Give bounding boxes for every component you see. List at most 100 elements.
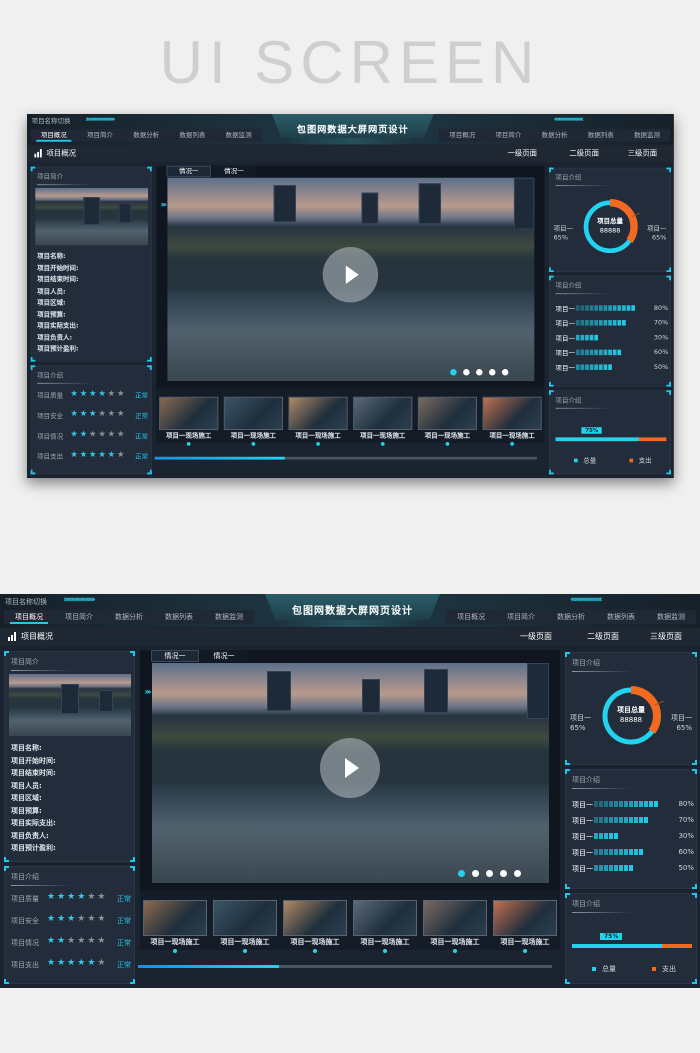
donut-left-legend: 项目一 65% — [570, 714, 591, 732]
carousel-dot[interactable] — [472, 870, 479, 877]
banner-title: UI SCREEN — [159, 29, 541, 96]
rating-row: 项目质量 ★ ★ ★ ★ ★ ★ 正常 — [11, 892, 131, 903]
scrollbar-thumb[interactable] — [154, 456, 285, 460]
nav-tab[interactable]: 项目概况 — [31, 129, 77, 142]
thumbnail-item[interactable]: 项目一现场施工 — [288, 396, 348, 446]
star-icon: ★ — [107, 430, 116, 440]
legend-swatch-expense — [629, 458, 634, 463]
carousel-dot[interactable] — [489, 369, 496, 376]
play-button[interactable] — [320, 738, 380, 798]
page-link-2[interactable]: 二级页面 — [569, 148, 599, 158]
thumbnail-item[interactable]: 项目一现场施工 — [417, 396, 477, 446]
nav-tab[interactable]: 项目概况 — [446, 610, 496, 624]
field-label: 项目负责人: — [37, 333, 73, 341]
thumbnail-item[interactable]: 项目一现场施工 — [353, 900, 417, 953]
bar-chart-icon — [34, 149, 42, 158]
left-nav: 项目概况 项目简介 数据分析 数据列表 数据监测 — [30, 128, 262, 142]
donut-center-label: 项目总量 — [597, 217, 623, 225]
nav-tab[interactable]: 数据监测 — [215, 129, 261, 142]
thumbnail-item[interactable]: 项目一现场施工 — [423, 900, 487, 953]
panel-title: 项目介绍 — [555, 174, 611, 187]
tab-situation-1[interactable]: 情况一 — [151, 650, 199, 662]
nav-tab[interactable]: 数据列表 — [596, 610, 646, 624]
page-link-3[interactable]: 三级页面 — [628, 148, 658, 158]
progress-bar — [572, 944, 692, 948]
star-icon: ★ — [57, 914, 66, 924]
carousel-dot[interactable] — [500, 870, 507, 877]
rating-row: 项目支出 ★ ★ ★ ★ ★ ★ 正常 — [37, 450, 149, 461]
play-button[interactable] — [322, 247, 379, 303]
legend-expense: 支出 — [638, 456, 652, 465]
thumbnail-item[interactable]: 项目一现场施工 — [159, 396, 219, 446]
scrollbar-thumb[interactable] — [138, 965, 279, 968]
nav-tab[interactable]: 项目概况 — [4, 610, 54, 624]
tab-situation-2[interactable]: 情况一 — [200, 650, 248, 662]
thumbnail-item[interactable]: 项目一现场施工 — [493, 900, 557, 953]
subheader: 项目概况 一级页面 二级页面 三级页面 — [0, 628, 700, 646]
star-icon: ★ — [77, 958, 86, 968]
carousel-dot[interactable] — [501, 369, 509, 376]
panel-title: 项目简介 — [37, 173, 93, 186]
dashboard-preview: 项目名称切换 ›››››››››››››››››› ‹‹‹‹‹‹‹‹‹‹‹‹‹‹… — [27, 114, 674, 479]
page-link-3[interactable]: 三级页面 — [650, 631, 682, 642]
carousel-dot[interactable] — [450, 369, 457, 376]
star-icon: ★ — [67, 914, 76, 924]
nav-tab[interactable]: 数据列表 — [578, 129, 624, 142]
video-area: 情况一 情况一 ››› 项目一现场施工 项目一现场施工 项目一现场施工 项目一现场施工… — [140, 650, 560, 953]
star-icon: ★ — [98, 450, 106, 460]
carousel-dot[interactable] — [463, 369, 470, 376]
carousel-dot[interactable] — [486, 870, 493, 877]
nav-tab[interactable]: 数据分析 — [104, 610, 154, 624]
thumbnail-item[interactable]: 项目一现场施工 — [283, 900, 347, 953]
bar-fill — [594, 833, 619, 841]
star-icon: ★ — [116, 409, 125, 419]
nav-tab[interactable]: 数据列表 — [169, 129, 215, 142]
tab-situation-1[interactable]: 情况一 — [166, 165, 211, 177]
nav-tab[interactable]: 数据分析 — [532, 129, 578, 142]
page-link-1[interactable]: 一级页面 — [507, 148, 537, 158]
nav-tab[interactable]: 项目简介 — [54, 610, 104, 624]
carousel-dot[interactable] — [514, 870, 521, 877]
thumbnail-image — [143, 900, 207, 936]
nav-tab[interactable]: 数据列表 — [154, 610, 204, 624]
project-switch[interactable]: 项目名称切换 — [5, 597, 47, 607]
bar-row: 项目一 30% — [572, 832, 694, 841]
thumbnail-item[interactable]: 项目一现场施工 — [482, 396, 542, 446]
bar-row: 项目一 30% — [555, 333, 669, 343]
nav-tab[interactable]: 项目概况 — [439, 129, 485, 142]
carousel-dot[interactable] — [476, 369, 483, 376]
project-switch[interactable]: 项目名称切换 — [32, 117, 71, 126]
carousel-dot[interactable] — [458, 870, 465, 877]
thumbnail-scrollbar[interactable] — [138, 965, 552, 968]
bar-fill — [575, 364, 613, 371]
project-photo — [35, 187, 149, 246]
nav-tab[interactable]: 项目简介 — [485, 129, 531, 142]
nav-tab[interactable]: 数据监测 — [646, 610, 696, 624]
panel-title: 项目简介 — [11, 658, 71, 671]
field-label: 项目预计盈利: — [37, 345, 79, 353]
page-link-1[interactable]: 一级页面 — [520, 631, 552, 642]
nav-tab[interactable]: 项目简介 — [496, 610, 546, 624]
nav-tab[interactable]: 数据监测 — [624, 129, 670, 142]
chevrons-right-icon: ›››››››››››››››››› — [85, 114, 115, 125]
nav-tab[interactable]: 数据分析 — [546, 610, 596, 624]
tab-situation-2[interactable]: 情况一 — [211, 165, 257, 177]
progress-panel: 项目介绍 75% 总量 支出 — [549, 390, 672, 475]
video-player[interactable] — [167, 177, 535, 382]
thumbnail-scrollbar[interactable] — [154, 456, 538, 460]
star-icon: ★ — [97, 914, 106, 924]
thumbnail-item[interactable]: 项目一现场施工 — [213, 900, 277, 953]
thumbnail-item[interactable]: 项目一现场施工 — [143, 900, 207, 953]
page-link-2[interactable]: 二级页面 — [587, 631, 619, 642]
play-icon — [345, 758, 359, 778]
thumbnail-item[interactable]: 项目一现场施工 — [223, 396, 283, 446]
star-icon: ★ — [70, 430, 78, 440]
nav-tab[interactable]: 数据监测 — [204, 610, 254, 624]
bar-row: 项目一 60% — [555, 348, 669, 358]
bar-row: 项目一 60% — [572, 848, 694, 857]
video-player[interactable] — [152, 663, 549, 883]
nav-tab[interactable]: 数据分析 — [123, 129, 169, 142]
nav-tab[interactable]: 项目简介 — [77, 129, 123, 142]
thumbnail-image — [223, 396, 283, 431]
thumbnail-item[interactable]: 项目一现场施工 — [353, 396, 413, 446]
